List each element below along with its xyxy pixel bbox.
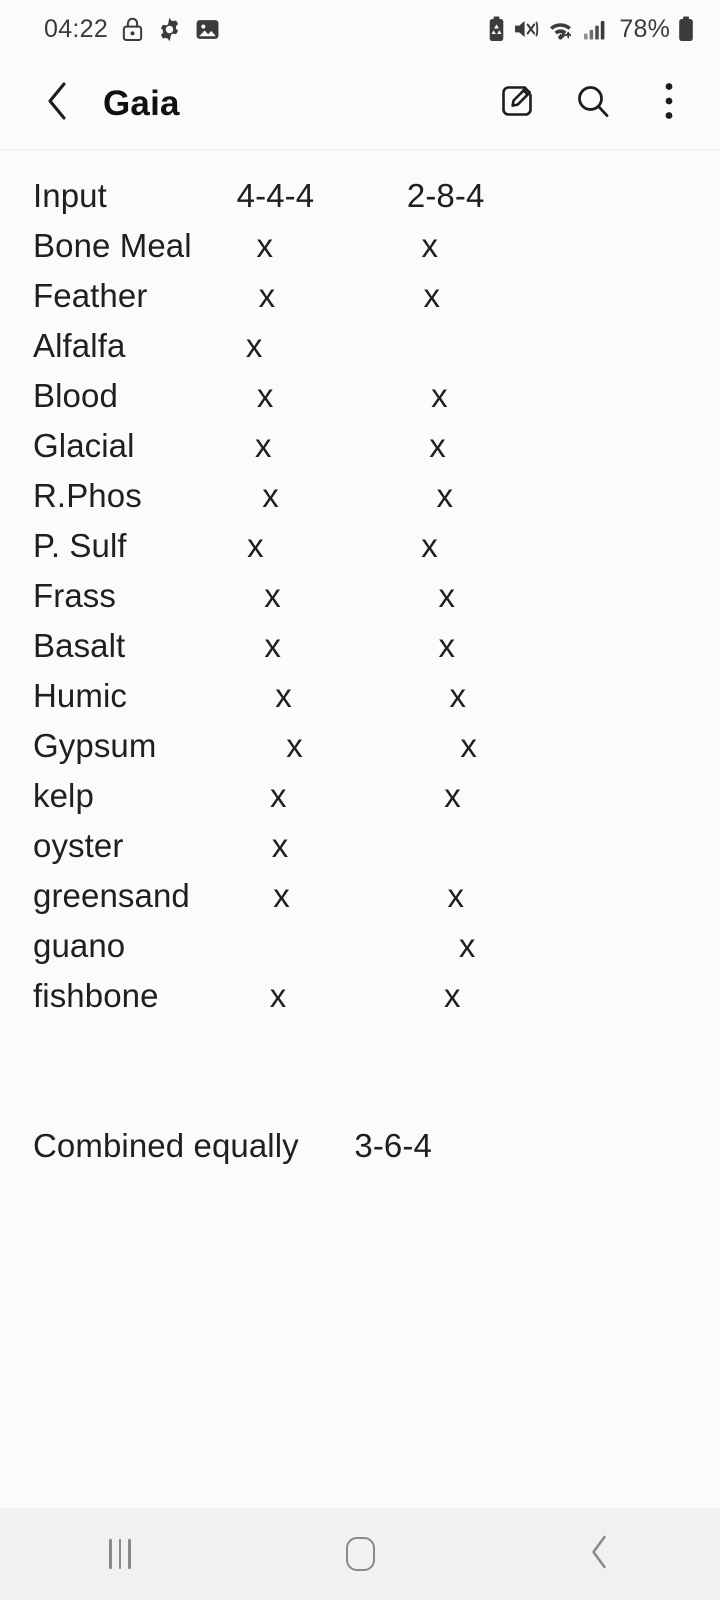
app-bar-back-button[interactable] [30,77,84,131]
mute-icon [513,17,539,41]
search-button[interactable] [564,75,622,133]
status-bar-right: 78% [488,15,694,44]
recents-button[interactable] [0,1508,240,1600]
chevron-left-icon [588,1534,612,1575]
battery-percent-label: 78% [619,14,670,43]
note-content-area[interactable]: Input 4-4-4 2-8-4 Bone Meal x x Feather … [0,151,720,1508]
app-bar-actions [488,75,698,133]
image-icon [195,17,220,42]
cellular-signal-icon [583,17,609,41]
home-icon [345,1537,375,1571]
recents-icon [109,1539,131,1569]
note-text[interactable]: Input 4-4-4 2-8-4 Bone Meal x x Feather … [0,171,720,1171]
status-clock: 04:22 [44,14,109,43]
page-title: Gaia [103,83,180,123]
status-bar-left: 04:22 [44,15,220,44]
app-bar: Gaia [0,58,720,150]
chevron-left-icon [40,79,74,128]
edit-note-button[interactable] [488,75,546,133]
battery-saver-icon [488,16,505,42]
nav-back-button[interactable] [480,1508,720,1600]
wifi-icon [547,17,575,42]
more-options-button[interactable] [640,75,698,133]
status-bar: 04:22 78% [0,0,720,58]
home-button[interactable] [240,1508,480,1600]
lock-icon [121,17,144,42]
battery-icon [678,16,694,42]
edit-pencil-icon [497,81,537,126]
gear-icon [157,17,182,42]
system-navigation-bar [0,1508,720,1600]
overflow-menu-icon [663,80,675,127]
search-icon [573,81,613,126]
